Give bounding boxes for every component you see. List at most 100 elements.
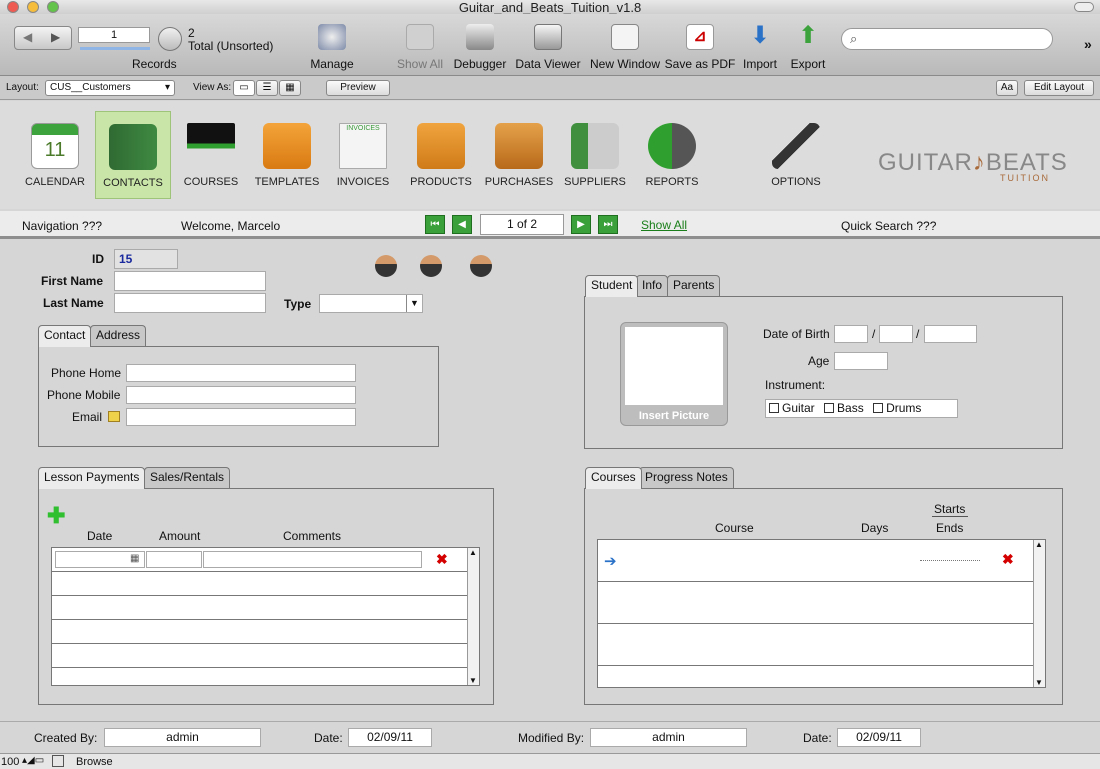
mode-indicator[interactable]: Browse bbox=[76, 756, 113, 768]
toolbar: ◀ ▶ 1 2 Total (Unsorted) Records Manage … bbox=[0, 14, 1100, 76]
instrument-label: Instrument: bbox=[765, 378, 826, 392]
age-field[interactable] bbox=[834, 352, 888, 370]
tab-sales-rentals[interactable]: Sales/Rentals bbox=[144, 467, 231, 488]
add-contact-icon[interactable] bbox=[375, 255, 397, 277]
modified-date-field: 02/09/11 bbox=[837, 728, 921, 747]
data-viewer-button[interactable]: Data Viewer bbox=[508, 24, 588, 71]
bass-checkbox[interactable]: Bass bbox=[824, 401, 864, 415]
scroll-up-icon[interactable]: ▲ bbox=[469, 548, 477, 557]
close-window-button[interactable] bbox=[7, 1, 19, 13]
record-number-input[interactable]: 1 bbox=[78, 27, 150, 43]
nav-invoices[interactable]: INVOICES INVOICES bbox=[325, 111, 401, 199]
view-as-table-button[interactable]: ▦ bbox=[279, 80, 301, 96]
tab-info[interactable]: Info bbox=[636, 275, 669, 296]
search-field[interactable]: ⌕ bbox=[841, 28, 1053, 50]
age-label: Age bbox=[808, 354, 830, 368]
navigation-label[interactable]: Navigation ??? bbox=[22, 219, 102, 233]
tab-parents[interactable]: Parents bbox=[667, 275, 721, 296]
created-date-label: Date: bbox=[314, 731, 343, 745]
guitar-checkbox[interactable]: Guitar bbox=[769, 401, 815, 415]
logo-text-2: BEATS bbox=[985, 149, 1068, 176]
delete-contact-icon[interactable] bbox=[420, 255, 442, 277]
nav-options[interactable]: OPTIONS bbox=[758, 111, 834, 199]
tab-address[interactable]: Address bbox=[90, 325, 147, 346]
preview-button[interactable]: Preview bbox=[326, 80, 390, 96]
go-to-course-icon[interactable]: ➔ bbox=[604, 552, 617, 570]
payments-scrollbar[interactable]: ▲ ▼ bbox=[467, 548, 479, 685]
brand-tagline: TUITION bbox=[1000, 173, 1050, 183]
status-toolbar-toggle-icon[interactable] bbox=[52, 755, 64, 767]
phone-home-field[interactable] bbox=[126, 364, 356, 382]
record-count: 2 bbox=[188, 26, 195, 40]
picture-container[interactable]: Insert Picture bbox=[620, 322, 728, 426]
zoom-level[interactable]: 100 bbox=[1, 756, 19, 768]
type-select[interactable]: ▼ bbox=[319, 294, 423, 313]
calendar-picker-icon[interactable]: ▦ bbox=[130, 553, 139, 564]
courses-scrollbar[interactable]: ▲ ▼ bbox=[1033, 540, 1045, 687]
export-button[interactable]: ⬆ Export bbox=[768, 24, 848, 72]
view-as-list-button[interactable]: ☰ bbox=[256, 80, 278, 96]
last-record-button[interactable]: ⏭ bbox=[598, 215, 618, 234]
instrument-checkboxes: Guitar Bass Drums bbox=[765, 399, 958, 418]
nav-suppliers[interactable]: SUPPLIERS bbox=[557, 111, 633, 199]
layout-select[interactable]: CUS__Customers ▾ bbox=[45, 80, 175, 96]
find-contact-icon[interactable] bbox=[470, 255, 492, 277]
dob-label: Date of Birth bbox=[763, 327, 830, 341]
chevron-down-icon: ▾ bbox=[164, 82, 170, 93]
toolbar-toggle-button[interactable] bbox=[1074, 2, 1094, 12]
tab-student[interactable]: Student bbox=[585, 275, 639, 297]
prev-record-icon[interactable]: ◀ bbox=[23, 30, 32, 44]
dob-month-field[interactable] bbox=[879, 325, 913, 343]
quick-search-label[interactable]: Quick Search ??? bbox=[841, 219, 936, 233]
first-name-field[interactable] bbox=[114, 271, 266, 291]
phone-mobile-field[interactable] bbox=[126, 386, 356, 404]
guitar-logo-icon: ♪ bbox=[972, 149, 986, 176]
tab-progress-notes[interactable]: Progress Notes bbox=[639, 467, 734, 488]
pie-chart-report-icon bbox=[648, 123, 696, 169]
email-send-icon[interactable] bbox=[108, 411, 120, 422]
nav-templates[interactable]: TEMPLATES bbox=[249, 111, 325, 199]
payment-amount-field[interactable] bbox=[146, 551, 202, 568]
drums-checkbox[interactable]: Drums bbox=[873, 401, 921, 415]
tab-courses[interactable]: Courses bbox=[585, 467, 642, 489]
next-record-icon[interactable]: ▶ bbox=[51, 30, 60, 44]
nav-reports[interactable]: REPORTS bbox=[634, 111, 710, 199]
email-field[interactable] bbox=[126, 408, 356, 426]
new-window-button[interactable]: New Window bbox=[585, 24, 665, 71]
col-course: Course bbox=[715, 521, 754, 535]
view-as-form-button[interactable]: ▭ bbox=[233, 80, 255, 96]
edit-layout-button[interactable]: Edit Layout bbox=[1024, 80, 1094, 96]
tab-contact[interactable]: Contact bbox=[38, 325, 92, 347]
nav-contacts[interactable]: CONTACTS bbox=[95, 111, 171, 199]
dob-year-field[interactable] bbox=[924, 325, 977, 343]
debugger-icon bbox=[466, 24, 494, 50]
delete-row-icon[interactable]: ✖ bbox=[436, 551, 448, 568]
scroll-up-icon[interactable]: ▲ bbox=[1035, 540, 1043, 549]
student-panel: Insert Picture Date of Birth / / Age Ins… bbox=[584, 296, 1063, 449]
nav-purchases[interactable]: PURCHASES bbox=[481, 111, 557, 199]
show-all-link[interactable]: Show All bbox=[641, 218, 687, 232]
record-slider[interactable] bbox=[80, 47, 150, 50]
minimize-window-button[interactable] bbox=[27, 1, 39, 13]
next-record-button[interactable]: ▶ bbox=[571, 215, 591, 234]
nav-calendar[interactable]: 11 CALENDAR bbox=[17, 111, 93, 199]
toolbar-overflow-icon[interactable]: » bbox=[1084, 36, 1092, 52]
delete-course-icon[interactable]: ✖ bbox=[1002, 551, 1014, 568]
contact-panel: Phone Home Phone Mobile Email bbox=[38, 346, 439, 447]
add-payment-icon[interactable]: ✚ bbox=[47, 505, 65, 527]
nav-courses[interactable]: COURSES bbox=[173, 111, 249, 199]
dob-day-field[interactable] bbox=[834, 325, 868, 343]
manage-button[interactable]: Manage bbox=[292, 24, 372, 71]
last-name-field[interactable] bbox=[114, 293, 266, 313]
zoom-window-button[interactable] bbox=[47, 1, 59, 13]
record-book-nav[interactable]: ◀ ▶ bbox=[14, 26, 72, 50]
tab-lesson-payments[interactable]: Lesson Payments bbox=[38, 467, 146, 489]
nav-products[interactable]: PRODUCTS bbox=[403, 111, 479, 199]
scroll-down-icon[interactable]: ▼ bbox=[1035, 678, 1043, 687]
text-format-button[interactable]: Aa bbox=[996, 80, 1018, 96]
first-record-button[interactable]: ⏮ bbox=[425, 215, 445, 234]
zoom-icons[interactable]: ▴◢▭ bbox=[22, 755, 44, 766]
prev-record-button[interactable]: ◀ bbox=[452, 215, 472, 234]
payment-comments-field[interactable] bbox=[203, 551, 422, 568]
scroll-down-icon[interactable]: ▼ bbox=[469, 676, 477, 685]
